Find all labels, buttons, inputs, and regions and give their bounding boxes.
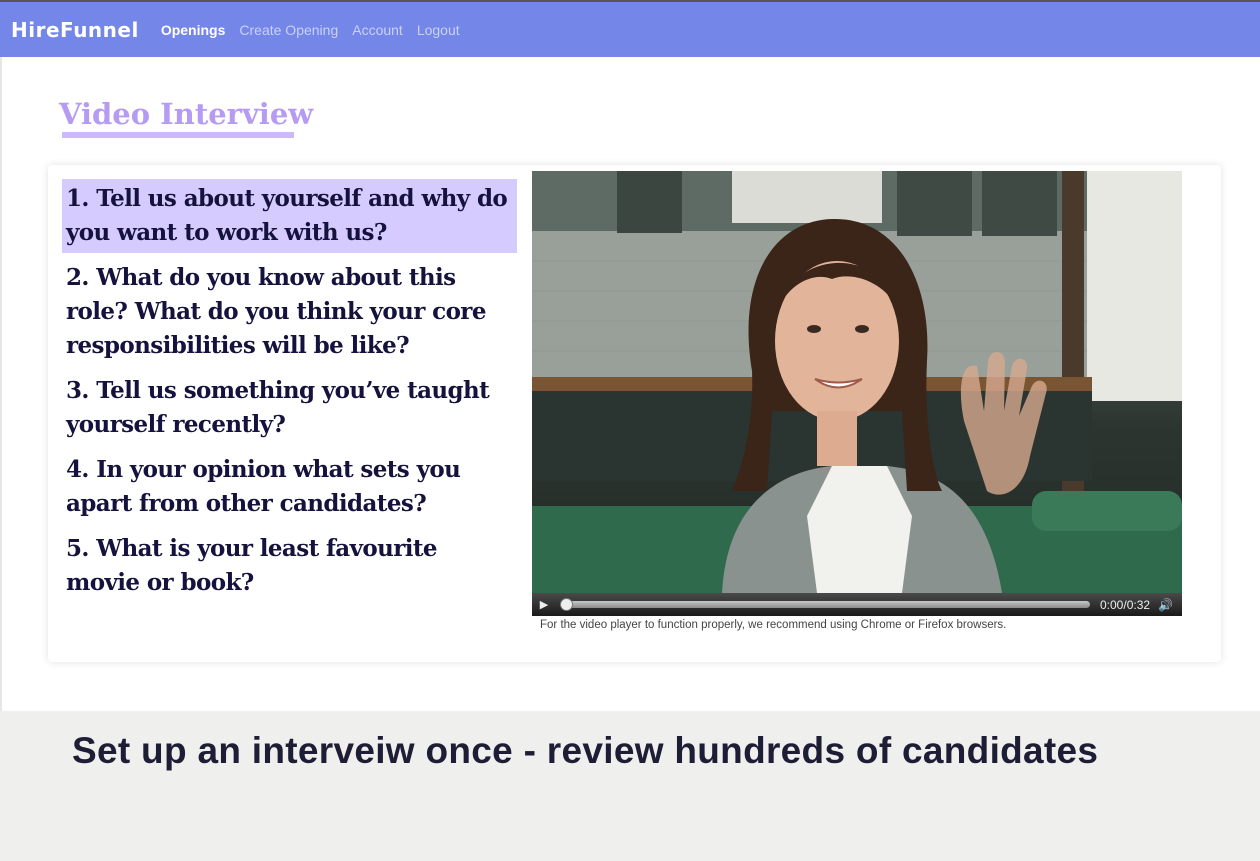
main-nav: Openings Create Opening Account Logout — [161, 22, 460, 38]
title-underline — [62, 132, 294, 138]
question-item-2[interactable]: 2. What do you know about this role? Wha… — [62, 258, 517, 366]
video-thumbnail-illustration — [532, 171, 1182, 593]
nav-create-opening[interactable]: Create Opening — [239, 22, 338, 38]
nav-logout[interactable]: Logout — [417, 22, 460, 38]
video-browser-note: For the video player to function properl… — [540, 619, 1007, 631]
promo-banner: Set up an interveiw once - review hundre… — [0, 711, 1260, 861]
video-time: 0:00/0:32 — [1100, 597, 1151, 612]
page-title: Video Interview — [59, 97, 314, 131]
brand-logo[interactable]: HireFunnel — [11, 18, 139, 42]
interview-card: 1. Tell us about yourself and why do you… — [48, 165, 1221, 662]
question-item-1[interactable]: 1. Tell us about yourself and why do you… — [62, 179, 517, 253]
video-controls: ▶ 0:00/0:32 🔊 — [532, 593, 1182, 616]
play-icon[interactable]: ▶ — [532, 598, 556, 611]
video-player[interactable]: ▶ 0:00/0:32 🔊 — [532, 171, 1182, 616]
question-item-5[interactable]: 5. What is your least favourite movie or… — [62, 529, 517, 603]
question-item-3[interactable]: 3. Tell us something you’ve taught yours… — [62, 371, 517, 445]
seek-handle[interactable] — [560, 598, 573, 611]
banner-text: Set up an interveiw once - review hundre… — [72, 730, 1099, 771]
page-content: Video Interview 1. Tell us about yoursel… — [0, 57, 1260, 711]
video-frame — [532, 171, 1182, 593]
nav-openings[interactable]: Openings — [161, 22, 226, 38]
nav-account[interactable]: Account — [352, 22, 403, 38]
top-nav-bar: HireFunnel Openings Create Opening Accou… — [0, 0, 1260, 57]
seek-bar[interactable] — [560, 598, 1090, 611]
question-list: 1. Tell us about yourself and why do you… — [62, 179, 517, 608]
volume-icon[interactable]: 🔊 — [1158, 598, 1173, 612]
question-item-4[interactable]: 4. In your opinion what sets you apart f… — [62, 450, 517, 524]
